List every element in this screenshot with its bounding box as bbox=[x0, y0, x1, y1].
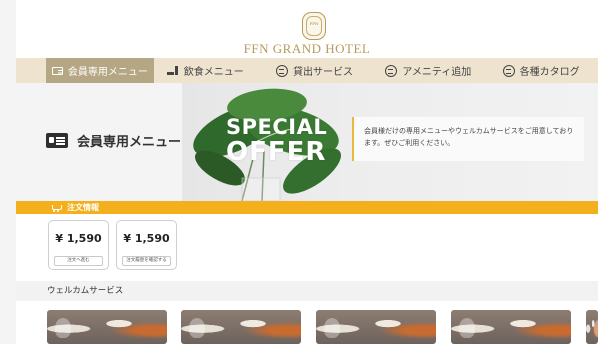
welcome-drink-photo[interactable] bbox=[451, 310, 571, 344]
nav-item-label: アメニティ追加 bbox=[402, 67, 472, 78]
nav-item-member-menu[interactable]: 会員専用メニュー bbox=[46, 58, 154, 83]
price-card: ¥ 1,590 注文履歴を確認する bbox=[116, 220, 177, 270]
price-value: ¥ 1,590 bbox=[123, 232, 170, 245]
member-card-icon bbox=[51, 66, 63, 75]
main-nav: 会員専用メニュー 飲食メニュー 貸出サービス アメニティ追加 各種カタログ bbox=[16, 58, 598, 83]
rental-icon bbox=[276, 64, 289, 77]
page-title: 会員専用メニュー bbox=[46, 131, 181, 150]
proceed-order-button[interactable]: 注文へ進む bbox=[54, 256, 103, 266]
member-card-icon bbox=[46, 133, 68, 148]
cart-icon bbox=[50, 204, 62, 212]
nav-item-catalogs[interactable]: 各種カタログ bbox=[484, 58, 598, 83]
nav-item-label: 貸出サービス bbox=[293, 67, 354, 78]
nav-item-label: 各種カタログ bbox=[519, 67, 580, 78]
nav-item-label: 飲食メニュー bbox=[183, 67, 244, 78]
price-card: ¥ 1,590 注文へ進む bbox=[48, 220, 109, 270]
dining-icon bbox=[166, 66, 179, 75]
amenity-icon bbox=[385, 64, 398, 77]
welcome-service-header: ウェルカムサービス bbox=[16, 281, 598, 301]
brand-name: FFN GRAND HOTEL bbox=[243, 41, 371, 56]
site-header: FFN FFN GRAND HOTEL bbox=[16, 0, 598, 58]
hero-banner: 会員専用メニュー SPECIAL OFFER 会員様だけの専用メニューやウェルカ… bbox=[16, 83, 598, 201]
nav-item-amenity-add[interactable]: アメニティ追加 bbox=[372, 58, 484, 83]
special-offer-text: SPECIAL OFFER bbox=[226, 115, 328, 167]
nav-item-label: 会員専用メニュー bbox=[67, 67, 148, 78]
offer-message: 会員様だけの専用メニューやウェルカムサービスをご用意しております。ぜひご利用くだ… bbox=[352, 117, 584, 161]
special-offer-banner: SPECIAL OFFER 会員様だけの専用メニューやウェルカムサービスをご用意… bbox=[182, 83, 598, 201]
catalog-icon bbox=[502, 64, 515, 77]
logo-text: FFN bbox=[306, 16, 322, 36]
order-info-bar: 注文情報 bbox=[16, 201, 598, 214]
welcome-drink-photo[interactable] bbox=[586, 310, 598, 344]
page-title-text: 会員専用メニュー bbox=[77, 135, 182, 150]
order-info-label: 注文情報 bbox=[67, 203, 99, 212]
page: FFN FFN GRAND HOTEL 会員専用メニュー 飲食メニュー 貸出サー… bbox=[16, 0, 598, 344]
nav-item-dining-menu[interactable]: 飲食メニュー bbox=[154, 58, 257, 83]
nav-item-rental-service[interactable]: 貸出サービス bbox=[257, 58, 373, 83]
offer-line-2: OFFER bbox=[226, 137, 327, 167]
hotel-logo[interactable]: FFN bbox=[302, 12, 326, 40]
welcome-drink-photo[interactable] bbox=[316, 310, 436, 344]
price-value: ¥ 1,590 bbox=[55, 232, 102, 245]
offer-line-1: SPECIAL bbox=[226, 115, 328, 139]
welcome-drink-photo[interactable] bbox=[47, 310, 167, 344]
welcome-drink-photo[interactable] bbox=[181, 310, 301, 344]
order-history-button[interactable]: 注文履歴を確認する bbox=[122, 256, 171, 266]
